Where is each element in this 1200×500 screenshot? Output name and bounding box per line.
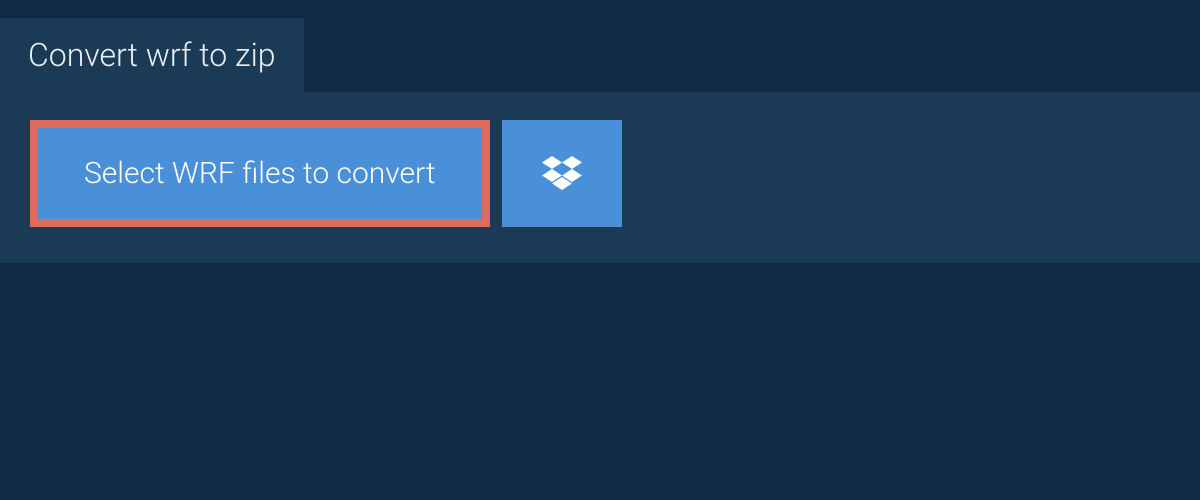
select-files-button[interactable]: Select WRF files to convert — [30, 120, 490, 227]
main-panel: Select WRF files to convert — [0, 92, 1200, 263]
tab-header[interactable]: Convert wrf to zip — [0, 18, 304, 92]
button-row: Select WRF files to convert — [30, 120, 1170, 227]
dropbox-button[interactable] — [502, 120, 622, 227]
select-files-label: Select WRF files to convert — [84, 156, 436, 191]
dropbox-icon — [542, 156, 582, 192]
tab-title: Convert wrf to zip — [28, 36, 276, 74]
